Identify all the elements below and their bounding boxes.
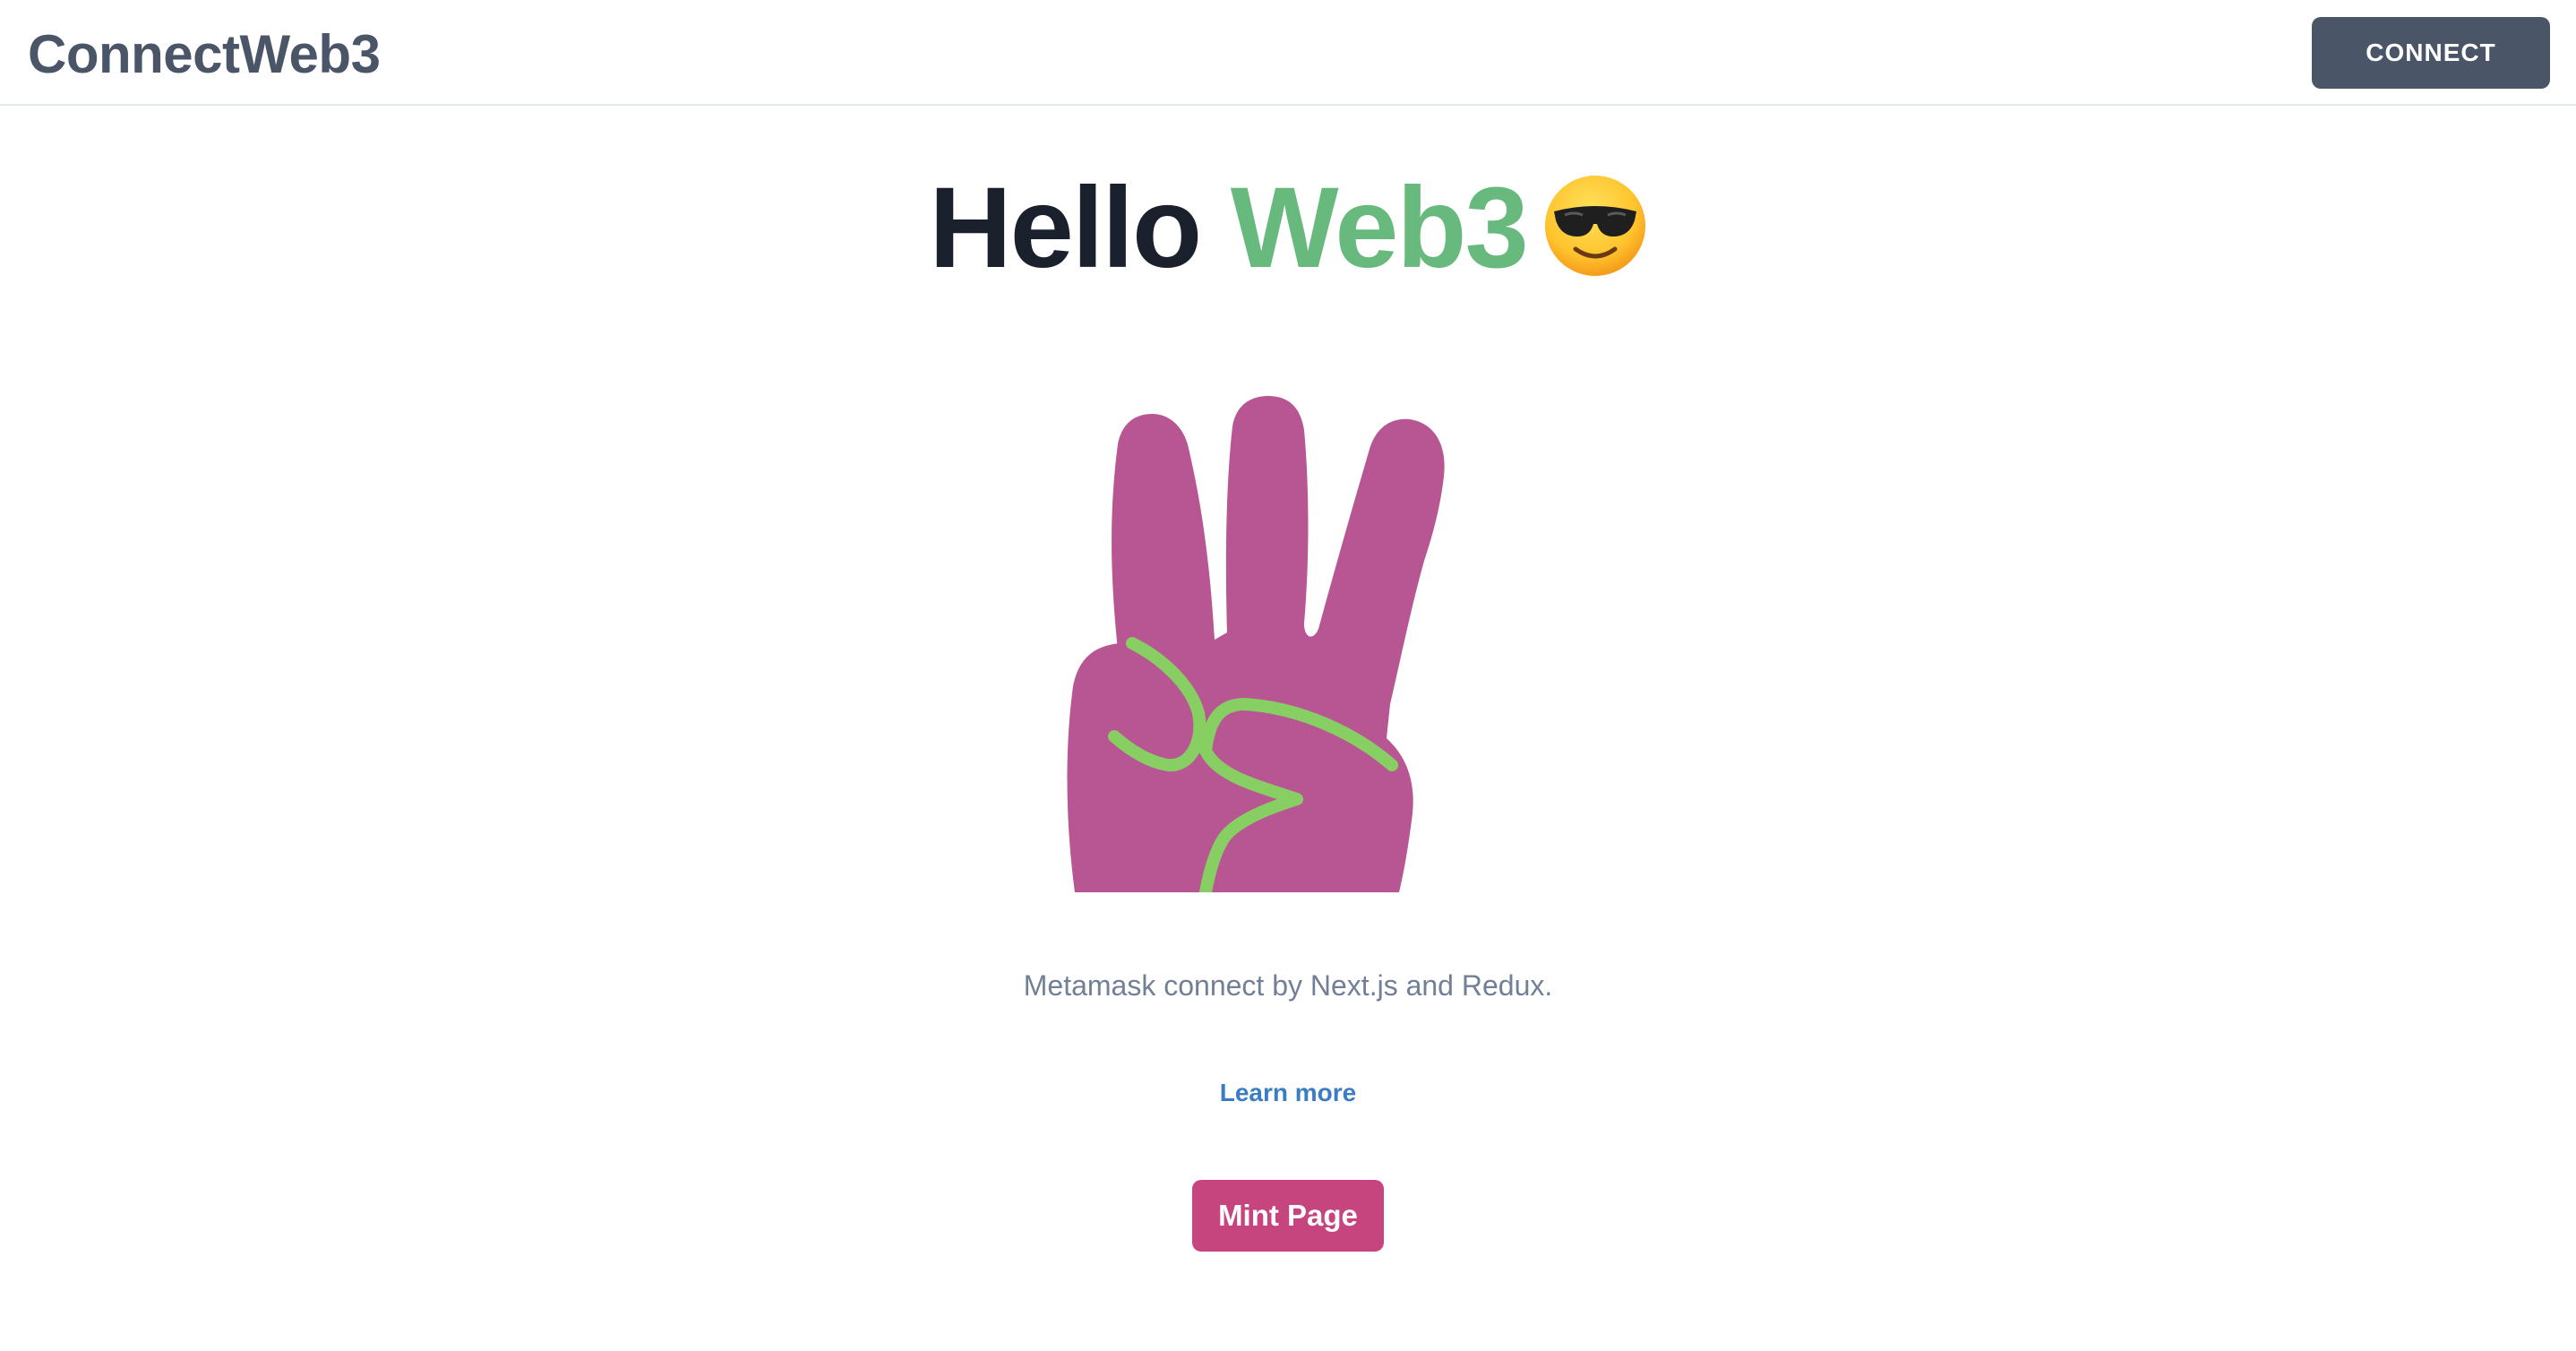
learn-more-link[interactable]: Learn more — [1220, 1079, 1357, 1106]
mint-page-button[interactable]: Mint Page — [1192, 1180, 1384, 1252]
hero-heading-web3: Web3 — [1230, 164, 1529, 292]
brand-logo-text[interactable]: ConnectWeb3 — [28, 23, 381, 86]
navbar: ConnectWeb3 CONNECT — [0, 0, 2576, 106]
hero-heading: Hello Web3 — [0, 161, 2576, 296]
hero-heading-hello: Hello — [929, 164, 1202, 292]
smiling-face-with-sunglasses-icon — [1543, 172, 1647, 276]
three-finger-web3-hand-icon — [1057, 391, 1523, 899]
connect-wallet-button[interactable]: CONNECT — [2312, 17, 2550, 89]
learn-more-container: Learn more — [0, 1075, 2576, 1111]
hero-subtitle: Metamask connect by Next.js and Redux. — [1023, 969, 1553, 1002]
